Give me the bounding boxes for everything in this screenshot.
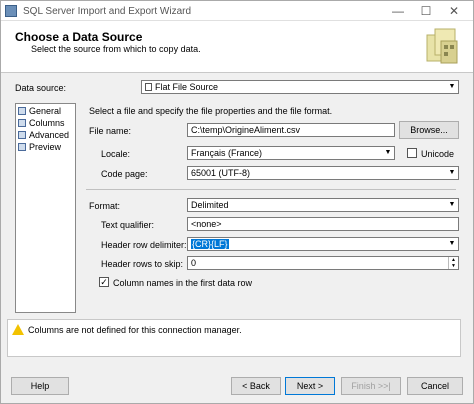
header-rows-skip-stepper[interactable]: 0 ▲ ▼	[187, 256, 459, 270]
format-label: Format:	[89, 201, 121, 211]
next-button[interactable]: Next >	[285, 377, 335, 395]
window-title: SQL Server Import and Export Wizard	[23, 6, 192, 17]
flat-file-icon	[145, 83, 152, 91]
chevron-down-icon: ▼	[446, 167, 458, 179]
text-qualifier-label: Text qualifier:	[101, 220, 155, 230]
locale-value: Français (France)	[191, 148, 263, 158]
header-row-delimiter-combo[interactable]: {CR}{LF} ▼	[187, 237, 459, 251]
title-bar: SQL Server Import and Export Wizard — ☐ …	[1, 1, 473, 21]
column-names-checkbox[interactable]: ✓	[99, 277, 109, 287]
page-title: Choose a Data Source	[15, 30, 143, 44]
format-value: Delimited	[191, 200, 229, 210]
unicode-checkbox[interactable]	[407, 148, 417, 158]
unicode-label: Unicode	[421, 149, 455, 159]
wizard-header: Choose a Data Source Select the source f…	[1, 21, 473, 73]
warning-panel: Columns are not defined for this connect…	[7, 319, 461, 357]
nav-panel: General Columns Advanced Preview	[15, 103, 76, 313]
text-qualifier-input[interactable]: <none>	[187, 217, 459, 231]
header-rows-skip-value: 0	[191, 258, 197, 268]
chevron-down-icon: ▼	[446, 238, 458, 250]
nav-item-general[interactable]: General	[18, 106, 61, 118]
locale-label: Locale:	[101, 149, 131, 159]
advanced-icon	[18, 131, 26, 139]
file-name-label: File name:	[89, 126, 132, 136]
nav-item-columns[interactable]: Columns	[18, 118, 65, 130]
instructions-text: Select a file and specify the file prope…	[89, 106, 333, 116]
cancel-button[interactable]: Cancel	[407, 377, 463, 395]
header-rows-skip-label: Header rows to skip:	[101, 259, 184, 269]
chevron-down-icon: ▼	[446, 81, 458, 93]
minimize-button[interactable]: —	[385, 3, 411, 19]
page-subtitle: Select the source from which to copy dat…	[31, 44, 201, 54]
code-page-value: 65001 (UTF-8)	[191, 168, 251, 178]
locale-combo[interactable]: Français (France) ▼	[187, 146, 395, 160]
data-source-label: Data source:	[15, 83, 67, 93]
code-page-combo[interactable]: 65001 (UTF-8) ▼	[187, 166, 459, 180]
general-icon	[18, 107, 26, 115]
data-source-combo[interactable]: Flat File Source ▼	[141, 80, 459, 94]
header-row-delimiter-label: Header row delimiter:	[101, 240, 187, 250]
wizard-graphic-icon	[426, 28, 458, 64]
file-name-input[interactable]: C:\temp\OrigineAliment.csv	[187, 123, 395, 137]
app-icon	[5, 5, 17, 17]
format-combo[interactable]: Delimited ▼	[187, 198, 459, 212]
code-page-label: Code page:	[101, 169, 148, 179]
column-names-label: Column names in the first data row	[113, 278, 253, 288]
separator	[86, 189, 456, 190]
warning-icon	[12, 324, 24, 335]
header-row-delimiter-value: {CR}{LF}	[191, 239, 229, 249]
maximize-button[interactable]: ☐	[413, 3, 439, 19]
close-button[interactable]: ✕	[441, 3, 467, 19]
spinner-arrows-icon[interactable]: ▲ ▼	[448, 257, 458, 269]
nav-item-preview[interactable]: Preview	[18, 142, 61, 154]
warning-text: Columns are not defined for this connect…	[28, 325, 242, 335]
browse-button[interactable]: Browse...	[399, 121, 459, 139]
columns-icon	[18, 119, 26, 127]
wizard-window: SQL Server Import and Export Wizard — ☐ …	[0, 0, 474, 404]
nav-item-advanced[interactable]: Advanced	[18, 130, 69, 142]
help-button[interactable]: Help	[11, 377, 69, 395]
chevron-down-icon: ▼	[446, 199, 458, 211]
finish-button[interactable]: Finish >>|	[341, 377, 401, 395]
back-button[interactable]: < Back	[231, 377, 281, 395]
chevron-down-icon: ▼	[382, 147, 394, 159]
data-source-value: Flat File Source	[155, 82, 219, 92]
preview-icon	[18, 143, 26, 151]
